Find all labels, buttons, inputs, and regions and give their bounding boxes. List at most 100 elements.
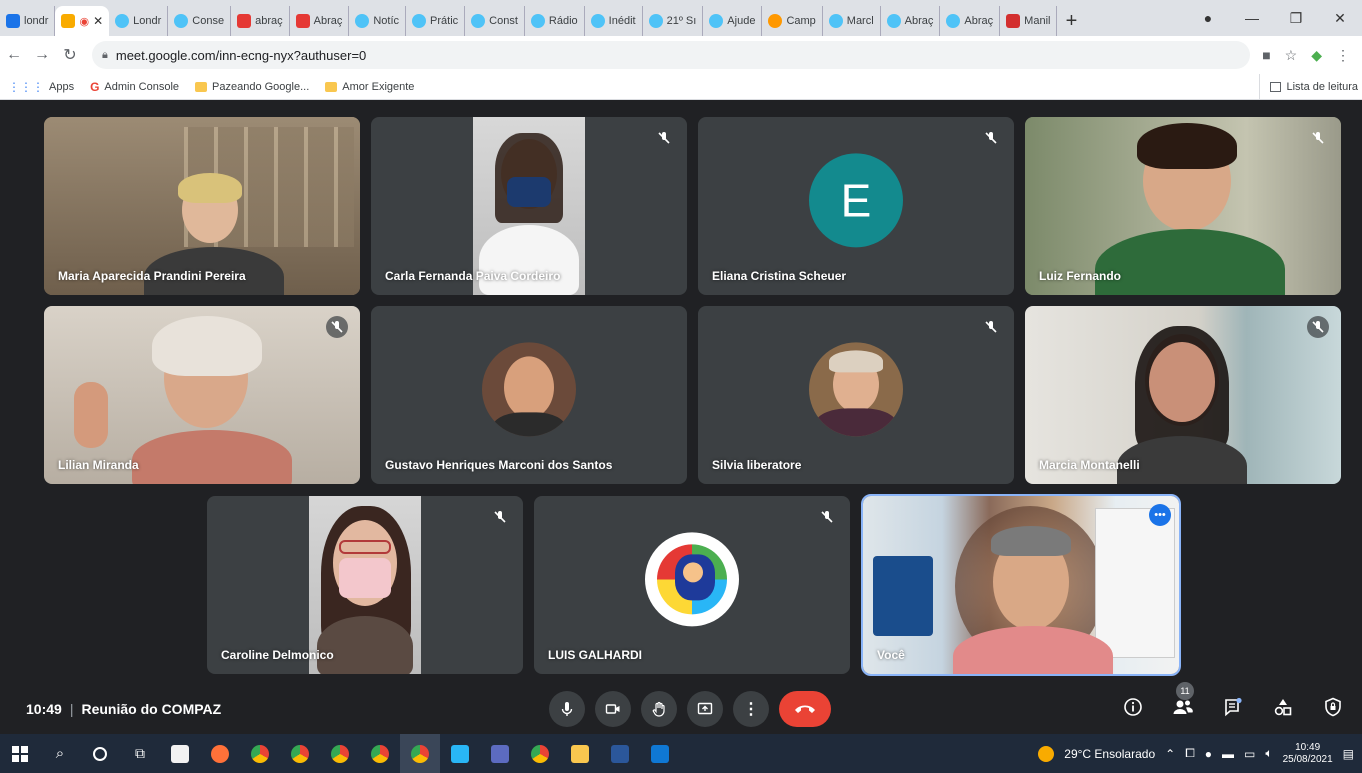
tab-7[interactable]: Prátic xyxy=(406,6,466,36)
bookmark-admin-console[interactable]: G Admin Console xyxy=(82,80,187,94)
participants-button[interactable]: 11 xyxy=(1168,682,1198,722)
cortana-button[interactable] xyxy=(80,734,120,773)
participant-tile[interactable]: E Eliana Cristina Scheuer xyxy=(698,117,1014,295)
tab-2[interactable]: Londr xyxy=(109,6,169,36)
glasses xyxy=(339,540,391,554)
hand-icon xyxy=(652,701,665,717)
participant-tile[interactable]: Maria Aparecida Prandini Pereira xyxy=(44,117,360,295)
tab-0[interactable]: londr xyxy=(0,6,56,36)
chevron-up-icon[interactable]: ⌃ xyxy=(1165,747,1175,761)
raise-hand-button[interactable] xyxy=(641,691,677,727)
reading-list[interactable]: Lista de leitura xyxy=(1259,74,1358,100)
host-controls-button[interactable] xyxy=(1318,692,1348,722)
participant-tile[interactable]: Lilian Miranda xyxy=(44,306,360,484)
camera-icon[interactable]: ■ xyxy=(1262,47,1270,63)
taskbar-word[interactable] xyxy=(600,734,640,773)
bookmark-apps[interactable]: ⋮⋮⋮ Apps xyxy=(0,80,82,94)
tab-8[interactable]: Const xyxy=(465,6,525,36)
participant-count-badge: 11 xyxy=(1176,682,1194,700)
extension-icon[interactable]: ◆ xyxy=(1311,47,1322,64)
tab-15[interactable]: Abraç xyxy=(881,6,941,36)
tab-17[interactable]: Manil xyxy=(1000,6,1058,36)
battery-icon[interactable]: ▬ xyxy=(1222,747,1234,761)
taskbar-chrome-1[interactable] xyxy=(240,734,280,773)
participant-tile[interactable]: Silvia liberatore xyxy=(698,306,1014,484)
taskbar-outlook[interactable] xyxy=(640,734,680,773)
participant-video-hair xyxy=(991,526,1071,556)
participant-tile[interactable]: Carla Fernanda Paiva Cordeiro xyxy=(371,117,687,295)
taskbar-clock[interactable]: 10:49 25/08/2021 xyxy=(1283,742,1333,766)
microphone-button[interactable] xyxy=(549,691,585,727)
maximize-button[interactable]: ❐ xyxy=(1274,10,1318,27)
volume-icon[interactable]: 🔈︎ xyxy=(1265,746,1272,761)
close-tab-icon[interactable]: ✕ xyxy=(93,14,103,28)
more-options-icon[interactable]: ••• xyxy=(1149,504,1171,526)
bookmark-amor-exigente[interactable]: Amor Exigente xyxy=(317,81,422,93)
reading-list-icon xyxy=(1270,82,1282,92)
task-view-button[interactable]: ⧉ xyxy=(120,734,160,773)
mic-off-icon xyxy=(1307,316,1329,338)
taskbar-chrome-3[interactable] xyxy=(320,734,360,773)
menu-icon[interactable]: ⋮ xyxy=(1336,47,1350,64)
new-tab-button[interactable]: + xyxy=(1057,6,1085,36)
taskbar-chrome-4[interactable] xyxy=(360,734,400,773)
more-options-button[interactable]: ⋮ xyxy=(733,691,769,727)
profile-icon[interactable]: ● xyxy=(1186,10,1230,26)
forward-icon[interactable]: → xyxy=(28,46,56,64)
tab-11[interactable]: 21º Sı xyxy=(643,6,704,36)
back-icon[interactable]: ← xyxy=(0,46,28,64)
weather-text[interactable]: 29°C Ensolarado xyxy=(1064,747,1155,761)
tab-10[interactable]: Inédit xyxy=(585,6,643,36)
tab-5[interactable]: Abraç xyxy=(290,6,350,36)
tab-12[interactable]: Ajude xyxy=(703,6,763,36)
bookmark-pazeando[interactable]: Pazeando Google... xyxy=(187,81,317,93)
tab-4[interactable]: abraç xyxy=(231,6,290,36)
participant-tile[interactable]: Caroline Delmonico xyxy=(207,496,523,674)
meeting-info-button[interactable] xyxy=(1118,692,1148,722)
present-screen-button[interactable] xyxy=(687,691,723,727)
tab-3[interactable]: Conse xyxy=(168,6,232,36)
minimize-button[interactable]: — xyxy=(1230,10,1274,26)
star-icon[interactable]: ☆ xyxy=(1285,47,1298,64)
tab-6[interactable]: Notíc xyxy=(349,6,407,36)
camera-button[interactable] xyxy=(595,691,631,727)
tab-meet-active[interactable]: ◉ ✕ xyxy=(55,6,110,36)
participant-tile[interactable]: LUIS GALHARDI xyxy=(534,496,850,674)
participant-avatar xyxy=(809,342,903,437)
taskbar-firefox[interactable] xyxy=(200,734,240,773)
chat-button[interactable] xyxy=(1218,692,1248,722)
window-controls: ● — ❐ ✕ xyxy=(1186,0,1362,36)
info-icon xyxy=(1124,698,1142,716)
participant-tile-self[interactable]: ••• Você xyxy=(861,494,1181,676)
taskbar-file-explorer[interactable] xyxy=(560,734,600,773)
network-icon[interactable]: ⧠ xyxy=(1185,746,1195,761)
taskbar-chrome-active[interactable] xyxy=(400,734,440,773)
start-button[interactable] xyxy=(0,734,40,773)
taskbar-mail[interactable] xyxy=(440,734,480,773)
present-icon xyxy=(697,702,713,715)
leave-call-button[interactable] xyxy=(779,691,831,727)
tab-16[interactable]: Abraç xyxy=(940,6,1001,36)
participant-tile[interactable]: Gustavo Henriques Marconi dos Santos xyxy=(371,306,687,484)
taskbar-calculator[interactable] xyxy=(480,734,520,773)
reload-icon[interactable]: ↻ xyxy=(56,45,84,65)
activities-button[interactable] xyxy=(1268,692,1298,722)
task-view-icon: ⧉ xyxy=(135,745,145,761)
taskbar-chrome-5[interactable] xyxy=(520,734,560,773)
chrome-icon xyxy=(291,744,309,763)
tab-14[interactable]: Marcl xyxy=(823,6,881,36)
display-icon[interactable]: ▭ xyxy=(1244,747,1255,761)
close-window-button[interactable]: ✕ xyxy=(1318,10,1362,27)
search-button[interactable]: ⌕ xyxy=(40,734,80,773)
tab-13[interactable]: Camp xyxy=(762,6,823,36)
url-field[interactable]: 🔒︎ meet.google.com/inn-ecng-nyx?authuser… xyxy=(92,41,1251,69)
notifications-icon[interactable]: ▤ xyxy=(1343,747,1354,761)
taskbar-chrome-2[interactable] xyxy=(280,734,320,773)
taskbar-store[interactable] xyxy=(160,734,200,773)
microphone-tray-icon[interactable]: ● xyxy=(1205,747,1212,761)
participant-tile[interactable]: Luiz Fernando xyxy=(1025,117,1341,295)
participant-avatar xyxy=(645,532,739,627)
tab-9[interactable]: Rádio xyxy=(525,6,585,36)
participant-avatar xyxy=(482,342,576,437)
participant-tile[interactable]: Marcia Montanelli xyxy=(1025,306,1341,484)
